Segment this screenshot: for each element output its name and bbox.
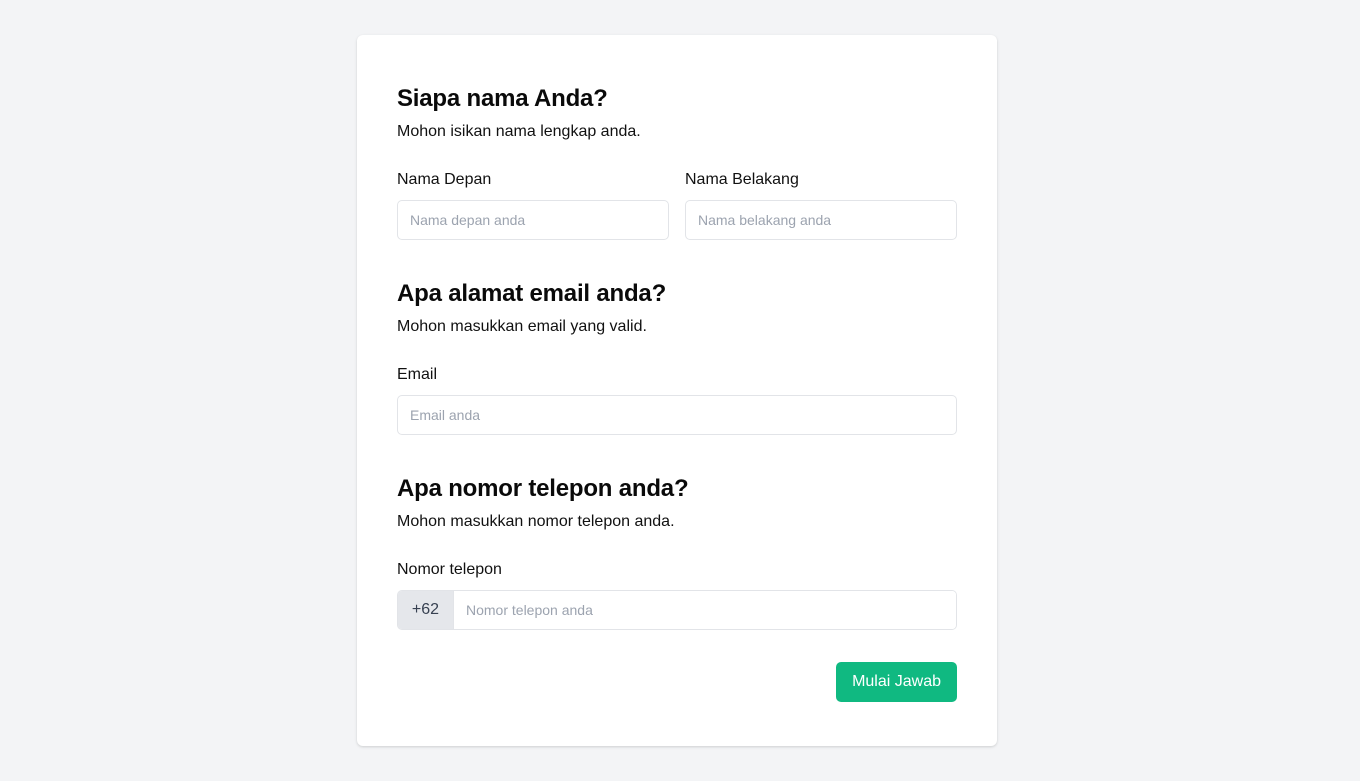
email-field-group: Email xyxy=(397,365,957,435)
name-section: Siapa nama Anda? Mohon isikan nama lengk… xyxy=(397,85,957,240)
name-section-title: Siapa nama Anda? xyxy=(397,85,608,112)
phone-fields-row: Nomor telepon +62 xyxy=(397,560,957,630)
last-name-field-group: Nama Belakang xyxy=(685,170,957,240)
phone-input-group: +62 xyxy=(397,590,957,630)
phone-section: Apa nomor telepon anda? Mohon masukkan n… xyxy=(397,475,957,630)
phone-section-description: Mohon masukkan nomor telepon anda. xyxy=(397,513,675,530)
last-name-input[interactable] xyxy=(685,200,957,240)
email-fields-row: Email xyxy=(397,365,957,435)
email-section-description: Mohon masukkan email yang valid. xyxy=(397,318,647,335)
phone-label: Nomor telepon xyxy=(397,561,502,578)
phone-field-group: Nomor telepon +62 xyxy=(397,560,957,630)
last-name-label: Nama Belakang xyxy=(685,171,799,188)
email-section: Apa alamat email anda? Mohon masukkan em… xyxy=(397,280,957,435)
phone-section-title: Apa nomor telepon anda? xyxy=(397,475,689,502)
email-label: Email xyxy=(397,366,438,383)
phone-input[interactable] xyxy=(454,591,956,629)
form-card: Siapa nama Anda? Mohon isikan nama lengk… xyxy=(357,35,997,746)
form-actions: Mulai Jawab xyxy=(397,662,957,702)
first-name-input[interactable] xyxy=(397,200,669,240)
country-code-prefix: +62 xyxy=(398,591,454,629)
email-input[interactable] xyxy=(397,395,957,435)
first-name-label: Nama Depan xyxy=(397,171,492,188)
name-section-description: Mohon isikan nama lengkap anda. xyxy=(397,123,641,140)
start-answer-button[interactable]: Mulai Jawab xyxy=(836,662,957,702)
email-section-title: Apa alamat email anda? xyxy=(397,280,667,307)
first-name-field-group: Nama Depan xyxy=(397,170,669,240)
name-fields-row: Nama Depan Nama Belakang xyxy=(397,170,957,240)
